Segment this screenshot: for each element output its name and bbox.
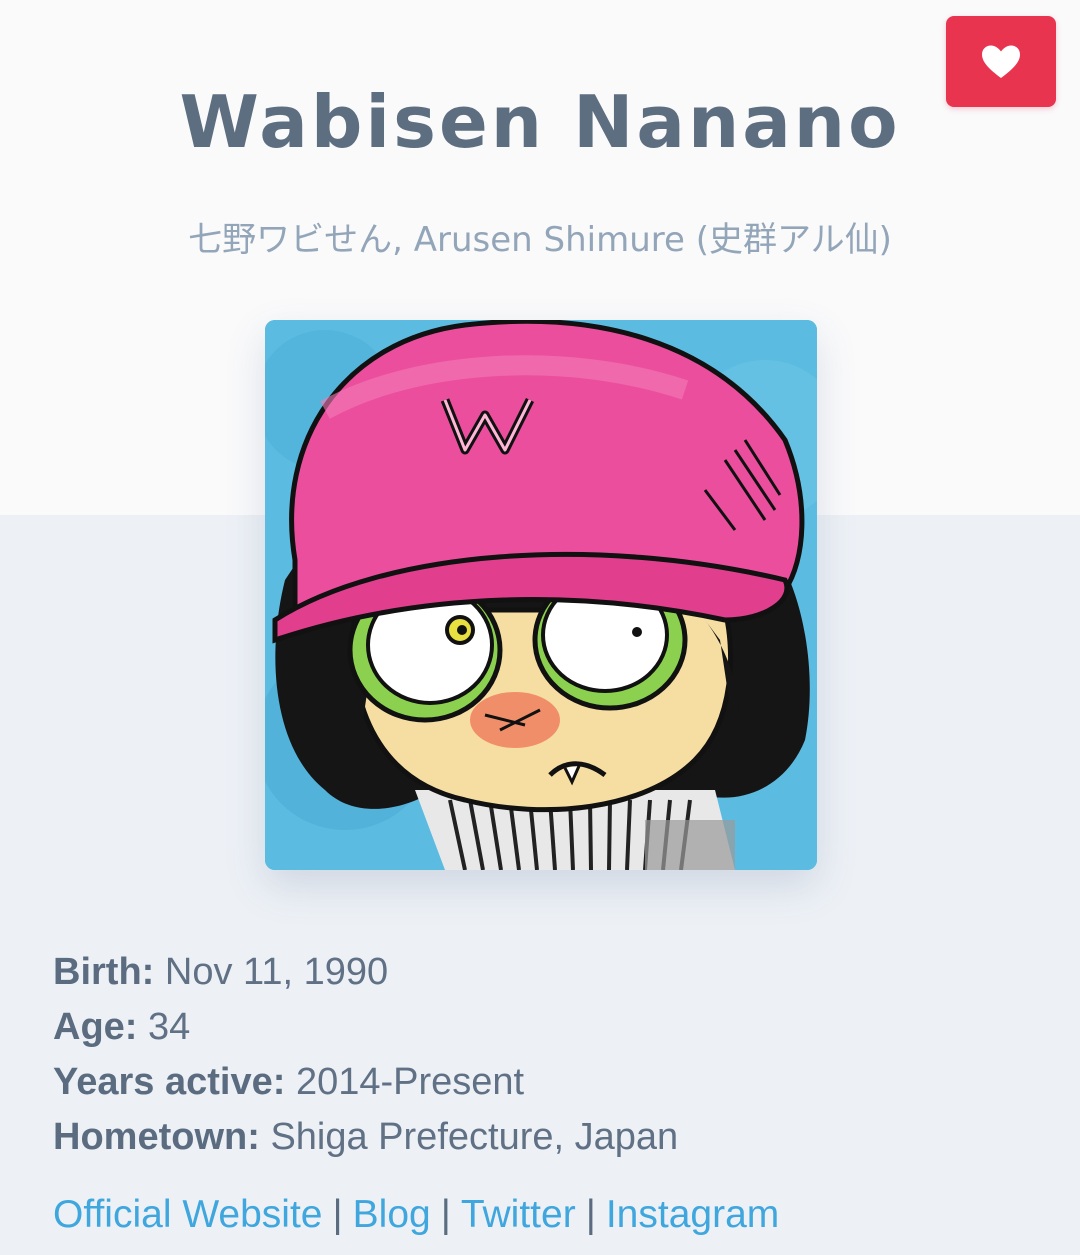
instagram-link[interactable]: Instagram (606, 1193, 779, 1236)
hometown-label: Hometown: (53, 1116, 260, 1158)
info-birth: Birth: Nov 11, 1990 (53, 945, 1033, 1000)
twitter-link[interactable]: Twitter (461, 1193, 576, 1236)
portrait-illustration (265, 320, 817, 870)
info-age: Age: 34 (53, 1000, 1033, 1055)
info-years-active: Years active: 2014-Present (53, 1055, 1033, 1110)
external-links: Official Website | Blog | Twitter | Instagram (53, 1193, 779, 1237)
artist-name: Wabisen Nanano (179, 80, 901, 164)
link-separator: | (585, 1193, 596, 1236)
hometown-value: Shiga Prefecture, Japan (270, 1116, 679, 1158)
link-separator: | (332, 1193, 343, 1236)
blog-link[interactable]: Blog (353, 1193, 431, 1236)
years-active-label: Years active: (53, 1061, 286, 1103)
age-value: 34 (148, 1006, 191, 1048)
link-separator: | (440, 1193, 451, 1236)
artist-info: Birth: Nov 11, 1990 Age: 34 Years active… (53, 945, 1033, 1165)
birth-label: Birth: (53, 951, 155, 993)
info-hometown: Hometown: Shiga Prefecture, Japan (53, 1110, 1033, 1165)
age-label: Age: (53, 1006, 138, 1048)
artist-aliases: 七野ワビせん, Arusen Shimure (史群アル仙) (188, 220, 892, 260)
artist-portrait (265, 320, 817, 870)
heart-icon (982, 45, 1020, 78)
official-website-link[interactable]: Official Website (53, 1193, 323, 1236)
years-active-value: 2014-Present (295, 1061, 525, 1103)
birth-value: Nov 11, 1990 (164, 951, 389, 993)
